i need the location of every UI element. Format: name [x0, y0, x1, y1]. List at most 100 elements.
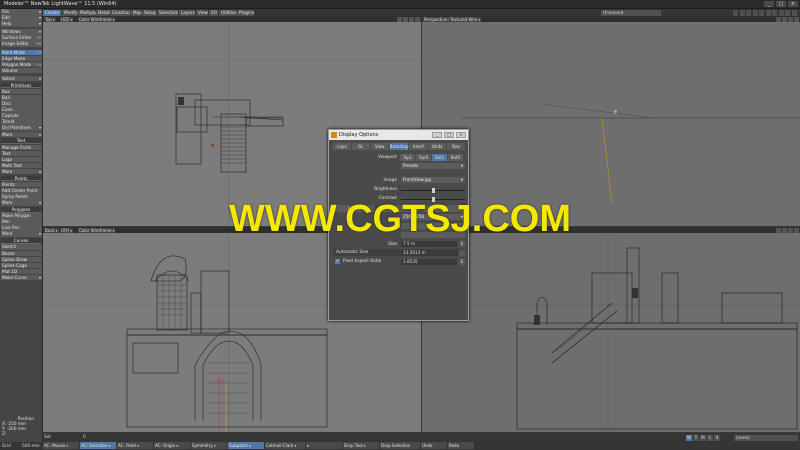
sidebar-help[interactable]: Help	[1, 21, 42, 27]
view-type-select[interactable]: Top	[44, 16, 56, 22]
envelope-icon[interactable]: E	[459, 241, 465, 247]
axis-select[interactable]: (XZ)	[60, 16, 74, 22]
sidebar-manage-fonts[interactable]: Manage Fonts	[1, 144, 42, 151]
sidebar-toroid[interactable]: Toroid	[1, 119, 42, 125]
layer-icon-a[interactable]	[746, 9, 751, 16]
layer-icon-c[interactable]	[759, 9, 764, 16]
aspect-field[interactable]: 1.8535	[401, 259, 457, 265]
status-catmull-clark[interactable]: Catmull-Clark	[265, 442, 305, 449]
maximize-view-icon[interactable]	[794, 227, 799, 233]
sidebar-volume[interactable]: Volume	[1, 67, 42, 74]
sidebar-file[interactable]: File	[1, 9, 42, 15]
tab-map[interactable]: Map	[131, 9, 142, 16]
dialog-tab-nav[interactable]: Nav	[447, 143, 466, 150]
status-ac-point[interactable]: AC: Point	[117, 442, 153, 449]
layer-icon-b[interactable]	[752, 9, 758, 16]
brightness-slider[interactable]	[401, 188, 465, 193]
sidebar-capsule[interactable]: Capsule	[1, 113, 42, 119]
aspect-checkbox[interactable]: ✓	[335, 259, 340, 264]
move-view-icon[interactable]	[776, 227, 781, 233]
tab-selection[interactable]: Selection	[157, 9, 178, 16]
sidebar-point-mode[interactable]: Point Mode ^G	[1, 49, 42, 56]
dialog-minimize-button[interactable]: _	[432, 132, 442, 138]
layer-icon-d[interactable]	[765, 9, 771, 16]
layer-icon-e[interactable]	[772, 9, 777, 16]
sidebar-disc[interactable]: Disc	[1, 101, 42, 107]
rotate-view-icon[interactable]	[782, 16, 787, 22]
sidebar-spray-points[interactable]: Spray Points	[1, 194, 42, 200]
status-subpatch[interactable]: Subpatch	[228, 442, 264, 449]
layer-icon-f[interactable]	[778, 9, 784, 16]
viewport-option-topr[interactable]: TopR	[416, 154, 431, 161]
dialog-tab-view[interactable]: View	[370, 143, 389, 150]
viewport-option-botl[interactable]: BotL	[432, 154, 447, 161]
status-undo[interactable]: Undo	[421, 442, 447, 449]
sidebar-make-polygon[interactable]: Make Polygon	[1, 213, 42, 219]
render-mode-select[interactable]: Color Wireframe	[78, 16, 116, 22]
sidebar-line-pen[interactable]: Line Pen	[1, 225, 42, 231]
viewport-top-right[interactable]: Perspective Textured Wire E	[422, 16, 800, 226]
tab-utilities[interactable]: Utilities	[219, 9, 237, 16]
close-button[interactable]: ×	[788, 1, 798, 7]
move-view-icon[interactable]	[397, 16, 402, 22]
sidebar-cone[interactable]: Cone	[1, 107, 42, 113]
sidebar-image-editor[interactable]: Image Editor F6	[1, 41, 42, 47]
maximize-view-icon[interactable]	[415, 16, 420, 22]
status-drop-tool[interactable]: Drop Tool	[343, 442, 379, 449]
auto-size-button[interactable]	[459, 250, 465, 256]
settings-icon[interactable]	[739, 9, 745, 16]
sidebar-spline-draw[interactable]: Spline Draw	[1, 256, 42, 263]
sidebar-points[interactable]: Points	[1, 181, 42, 188]
rotate-view-icon[interactable]	[782, 227, 787, 233]
view-type-select[interactable]: Perspective	[423, 16, 452, 22]
sidebar-points-more[interactable]: More	[1, 200, 42, 206]
dialog-tab-units[interactable]: Units	[428, 143, 447, 150]
sidebar-multi-text[interactable]: Multi Text	[1, 162, 42, 169]
dialog-tab-layo[interactable]: Layo	[333, 143, 351, 150]
tab-view[interactable]: View	[196, 9, 208, 16]
dialog-tab-backdrop[interactable]: Backdrop	[389, 143, 409, 150]
sidebar-pen[interactable]: Pen	[1, 219, 42, 225]
layer-mode-t[interactable]: T	[693, 435, 699, 441]
sidebar-ball[interactable]: Ball	[1, 95, 42, 101]
status-ac-origin[interactable]: AC: Origin	[154, 442, 190, 449]
sidebar-sketch[interactable]: Sketch	[1, 244, 42, 250]
sidebar-text[interactable]: Text	[1, 150, 42, 157]
image-select[interactable]: FrontView.jpg	[401, 177, 465, 183]
status-blank-select[interactable]	[306, 442, 342, 449]
tab-plugins[interactable]: Plugins	[237, 9, 254, 16]
dialog-tab-gl[interactable]: GL	[351, 143, 370, 150]
tab-multiply[interactable]: Multiply	[78, 9, 97, 16]
sidebar-make-curve[interactable]: Make Curve	[1, 274, 42, 281]
move-view-icon[interactable]	[776, 16, 781, 22]
status-ac-selection[interactable]: AC: Selection	[80, 442, 116, 449]
layer-mode-c[interactable]: C	[707, 435, 713, 441]
layer-mode-s[interactable]: S	[714, 435, 720, 441]
zoom-view-icon[interactable]	[409, 16, 414, 22]
status-drop-selection[interactable]: Drop Selection	[380, 442, 420, 449]
sidebar-spline-cage[interactable]: Spline Cage	[1, 262, 42, 269]
render-mode-select[interactable]: Textured Wire	[449, 16, 482, 22]
sidebar-edit[interactable]: Edit	[1, 15, 42, 21]
dialog-maximize-button[interactable]: □	[444, 132, 454, 138]
sidebar-uni-primitives[interactable]: Uni Primitives	[1, 125, 42, 131]
layer-mode-w[interactable]: W	[686, 435, 692, 441]
sidebar-surface-editor[interactable]: Surface Editor F5	[1, 35, 42, 41]
sidebar-primitives-more[interactable]: More	[1, 131, 42, 138]
sidebar-select[interactable]: Select	[1, 75, 42, 82]
sidebar-text-more[interactable]: More	[1, 168, 42, 175]
maximize-button[interactable]: □	[776, 1, 786, 7]
zoom-view-icon[interactable]	[788, 16, 793, 22]
size-field[interactable]: 7.5 m	[401, 241, 457, 247]
scene-select[interactable]: Unnamed	[601, 9, 661, 16]
rotate-view-icon[interactable]	[403, 16, 408, 22]
minimize-button[interactable]: _	[764, 1, 774, 7]
layer-icon-h[interactable]	[791, 9, 797, 16]
tab-setup[interactable]: Setup	[142, 9, 156, 16]
tab-create[interactable]: Create	[43, 9, 61, 16]
axis-select[interactable]: (XY)	[60, 227, 74, 233]
search-icon[interactable]	[733, 9, 738, 16]
sidebar-add-center-point[interactable]: Add Center Point	[1, 188, 42, 194]
sidebar-box[interactable]: Box	[1, 88, 42, 95]
status-ac-mouse[interactable]: AC: Mouse	[43, 442, 79, 449]
